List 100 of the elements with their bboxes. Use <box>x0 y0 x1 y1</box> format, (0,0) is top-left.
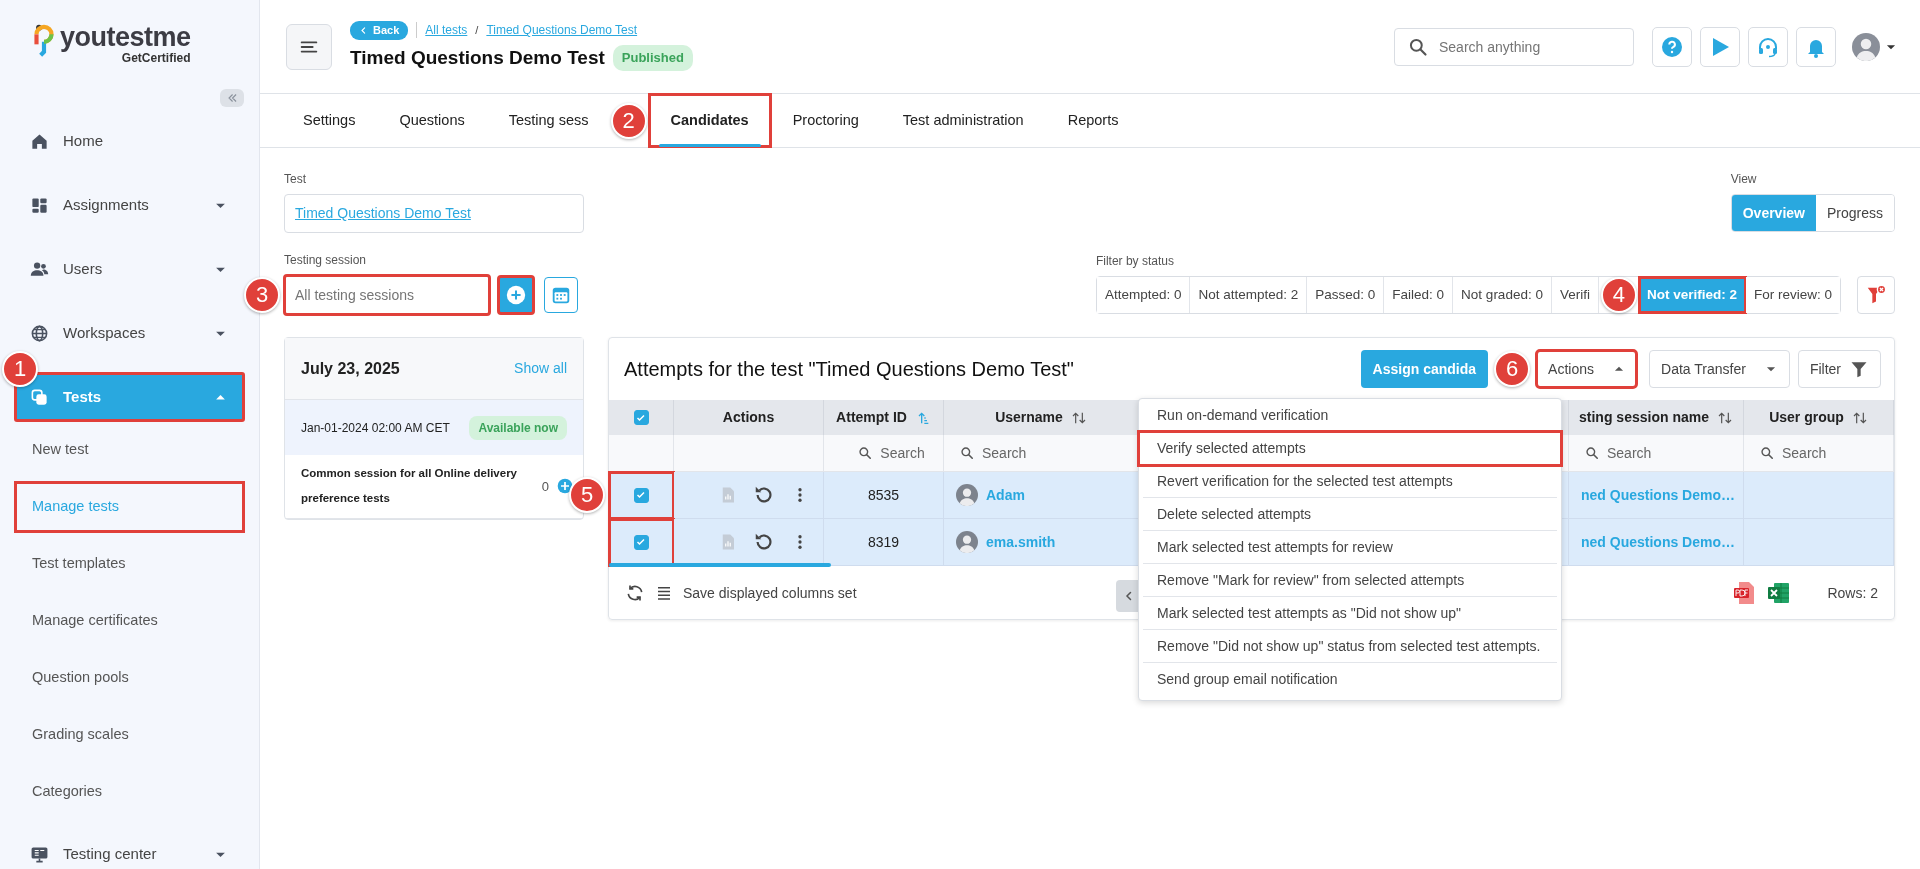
step-number: 2 <box>610 102 647 139</box>
checkbox[interactable] <box>633 410 649 425</box>
collapse-button[interactable] <box>220 89 244 107</box>
monitor-icon <box>30 844 49 864</box>
check-icon <box>635 489 647 501</box>
table-title: Attempts for the test "Timed Questions Demo Test" <box>624 357 1075 382</box>
column-search-field[interactable]: Search <box>1585 442 1652 464</box>
tab[interactable]: Candidates <box>648 94 771 147</box>
menu-item[interactable]: Remove "Mark for review" from selected attempts <box>1143 564 1557 597</box>
search-field[interactable]: Search anything <box>1394 27 1634 66</box>
save-columns-link[interactable]: Save displayed columns set <box>683 582 857 604</box>
data-transfer-button[interactable]: Data Transfer <box>1649 350 1790 388</box>
tab[interactable]: Test administration <box>880 94 1046 147</box>
column-search-field[interactable]: Search <box>1760 442 1827 464</box>
step-number: 3 <box>244 277 280 313</box>
spreadsheet-icon[interactable] <box>1767 581 1792 605</box>
help-button[interactable] <box>1652 26 1692 67</box>
sidebar-subitem[interactable]: Test templates <box>15 539 244 589</box>
sidebar-item[interactable]: Home <box>15 117 244 165</box>
grid-icon <box>30 195 49 215</box>
funnel-icon <box>1849 359 1869 379</box>
search-icon <box>1585 446 1599 460</box>
step-number: 5 <box>569 477 605 513</box>
checkbox[interactable] <box>633 487 649 503</box>
play-button[interactable] <box>1700 26 1740 67</box>
notifications-button[interactable] <box>1796 26 1836 67</box>
menu-item[interactable]: Mark selected test attempts for review <box>1143 531 1557 564</box>
funnel-icon <box>1865 284 1887 306</box>
avatar-icon <box>956 531 978 553</box>
session-field[interactable]: All testing sessions <box>284 275 490 315</box>
actions-button[interactable]: Actions <box>1536 350 1638 388</box>
support-button[interactable] <box>1748 26 1788 67</box>
sidebar-subitem[interactable]: Manage certificates <box>15 596 244 646</box>
sidebar-item[interactable]: Testing center <box>15 830 244 869</box>
column-header: Attempt ID <box>836 408 907 427</box>
logo-icon <box>34 24 54 58</box>
menu-item[interactable]: Verify selected attempts <box>1139 432 1561 465</box>
sidebar-subitem[interactable]: Categories <box>15 767 244 817</box>
tab[interactable]: Questions <box>377 94 487 147</box>
chevron-left-icon <box>359 25 368 35</box>
tab[interactable]: Reports <box>1045 94 1141 147</box>
copies-icon <box>30 387 49 407</box>
menu-item[interactable]: Mark selected test attempts as "Did not show up" <box>1143 597 1557 630</box>
clear-filter-button[interactable] <box>1857 276 1895 314</box>
menu-item[interactable]: Revert verification for the selected test attempts <box>1143 465 1557 498</box>
filter-button[interactable]: Filter <box>1797 350 1881 388</box>
search-icon <box>1760 446 1774 460</box>
sidebar-subitem[interactable]: New test <box>15 425 244 475</box>
plus-icon <box>505 284 527 306</box>
refresh-icon[interactable] <box>625 583 645 603</box>
field-label: Testing session <box>284 252 368 269</box>
status-filter-option[interactable]: Attempted: 0 <box>1096 277 1191 313</box>
row-count: Rows: 2 <box>1827 583 1878 603</box>
column-search-field[interactable]: Search <box>960 442 1027 464</box>
check-icon <box>635 536 647 548</box>
horizontal-scrollbar[interactable] <box>609 563 831 567</box>
column-header: Actions <box>722 408 775 427</box>
session-count: 0 <box>541 477 549 496</box>
sidebar-subitem[interactable]: Grading scales <box>15 710 244 760</box>
step-number: 6 <box>1494 351 1531 387</box>
column-header: User group <box>1769 408 1844 427</box>
step-number: 4 <box>1600 277 1637 313</box>
page-title: Timed Questions Demo Test <box>350 45 605 70</box>
menu-item[interactable]: Run on-demand verification <box>1143 399 1557 432</box>
field-label: Test <box>284 171 307 188</box>
brand-tagline: GetCertified <box>121 52 191 66</box>
field-label: Filter by status <box>1095 253 1175 270</box>
column-search-field[interactable]: Search <box>858 442 925 464</box>
sidebar-subitem[interactable]: Question pools <box>15 653 244 703</box>
availability-badge: Available now <box>469 415 567 440</box>
avatar-icon <box>956 484 978 506</box>
tab[interactable]: Proctoring <box>770 94 881 147</box>
search-icon <box>960 446 974 460</box>
menu-button[interactable] <box>286 23 332 70</box>
plus-icon[interactable] <box>557 478 573 495</box>
table-cell: 8535 <box>824 472 944 519</box>
globe-icon <box>30 323 49 343</box>
search-icon <box>1408 36 1428 57</box>
column-header: Username <box>995 408 1063 427</box>
field-label: View <box>1730 171 1758 188</box>
add-session-button[interactable] <box>498 276 534 314</box>
column-header: sting session name <box>1579 408 1709 427</box>
session-time: Jan-01-2024 02:00 AM CET <box>301 419 450 437</box>
step-number: 1 <box>2 351 38 387</box>
menu-item[interactable]: Delete selected attempts <box>1143 498 1557 531</box>
session-name: Common session for all Online delivery preference tests <box>301 466 518 507</box>
list-icon[interactable] <box>655 584 673 602</box>
menu-item[interactable]: Remove "Did not show up" status from selected test attempts. <box>1143 630 1557 663</box>
tab[interactable]: Testing sess <box>486 94 611 147</box>
sidebar-item[interactable]: Assignments <box>15 181 244 229</box>
status-badge: Published <box>612 45 693 71</box>
menu-item[interactable]: Send group email notification <box>1143 663 1557 696</box>
sidebar-item[interactable]: Users <box>15 245 244 293</box>
tab[interactable]: Settings <box>281 94 378 147</box>
table-cell: 8319 <box>824 519 944 566</box>
search-icon <box>858 446 873 460</box>
checkbox[interactable] <box>633 534 649 550</box>
status-filter-option[interactable]: For review: 0 <box>1745 277 1840 313</box>
calendar-button[interactable] <box>544 277 578 313</box>
help-icon <box>1660 34 1684 59</box>
